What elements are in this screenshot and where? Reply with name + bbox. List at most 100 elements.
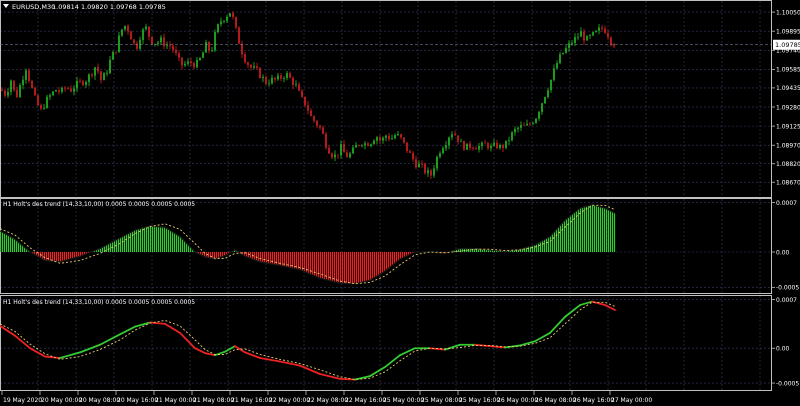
candle-up [352, 147, 354, 154]
candle-down [496, 142, 498, 149]
candle-down [265, 77, 267, 85]
candle-down [529, 123, 531, 125]
candle-down [475, 148, 477, 150]
candle-down [487, 143, 489, 149]
candle-up [142, 29, 144, 40]
candle-up [220, 21, 222, 25]
candle-down [235, 16, 237, 28]
candle-down [151, 36, 153, 45]
candle-down [415, 159, 417, 168]
price-tick-label: 1.08670 [776, 180, 800, 187]
candle-up [340, 144, 342, 156]
candle-up [376, 137, 378, 141]
time-tick-label: 21 May 08:00 [193, 397, 234, 404]
candle-up [382, 137, 384, 141]
ohlc-caption: 1.09814 1.09820 1.09768 1.09785 [52, 3, 166, 11]
candle-up [157, 42, 159, 44]
trading-chart[interactable]: 1.100501.098951.097401.095851.094351.092… [0, 0, 800, 406]
candle-up [49, 95, 51, 97]
indicator-tick-label: 0.0007 [776, 297, 797, 304]
candle-up [7, 91, 9, 96]
candle-down [358, 145, 360, 146]
candle-up [580, 31, 582, 37]
candle-down [64, 87, 66, 89]
candle-up [295, 84, 297, 86]
candle-up [118, 35, 120, 53]
candle-up [187, 61, 189, 64]
candle-down [400, 134, 402, 138]
candle-up [394, 135, 396, 139]
candle-down [175, 49, 177, 54]
candle-up [439, 153, 441, 157]
candle-up [442, 148, 444, 154]
candle-up [226, 16, 228, 21]
candle-down [163, 37, 165, 47]
candle-up [253, 66, 255, 68]
candle-down [70, 88, 72, 92]
candle-down [307, 105, 309, 111]
candle-up [391, 138, 393, 140]
indicator-tick-label: 0.00 [776, 249, 790, 256]
candle-up [205, 41, 207, 53]
indicator-tick-label: -0.0005 [776, 380, 799, 387]
candle-down [289, 73, 291, 78]
candle-down [274, 77, 276, 80]
candle-up [22, 79, 24, 86]
candle-up [577, 36, 579, 38]
candle-up [43, 107, 45, 109]
candle-up [547, 90, 549, 98]
candle-up [466, 143, 468, 150]
candle-up [76, 80, 78, 89]
candle-down [97, 67, 99, 72]
candle-up [217, 24, 219, 33]
candle-down [67, 88, 69, 90]
candle-down [406, 142, 408, 152]
candle-down [148, 26, 150, 37]
candle-up [460, 141, 462, 143]
candle-up [571, 43, 573, 44]
candle-up [514, 128, 516, 133]
candle-up [595, 30, 597, 33]
candle-down [292, 77, 294, 86]
time-tick-label: 19 May 2020 [3, 397, 42, 404]
time-tick-label: 21 May 00:00 [155, 397, 196, 404]
candle-up [451, 134, 453, 138]
candle-up [520, 124, 522, 128]
candle-down [388, 135, 390, 140]
candle-down [259, 67, 261, 79]
candle-up [541, 103, 543, 112]
candle-up [88, 74, 90, 82]
candle-down [346, 152, 348, 158]
candle-up [598, 27, 600, 31]
candle-up [166, 45, 168, 47]
candle-down [82, 81, 84, 85]
candle-down [325, 133, 327, 148]
indicator-tick-label: -0.0005 [776, 285, 799, 292]
candle-up [121, 29, 123, 36]
candle-down [583, 31, 585, 41]
candle-up [508, 140, 510, 141]
candle-down [457, 135, 459, 142]
candle-up [517, 127, 519, 129]
candle-down [16, 89, 18, 98]
candle-down [130, 31, 132, 40]
candle-up [94, 67, 96, 76]
candle-up [562, 52, 564, 55]
candle-down [379, 137, 381, 141]
candle-down [331, 153, 333, 158]
candle-down [238, 27, 240, 44]
candle-up [61, 87, 63, 92]
current-price-label: 1.09785 [773, 39, 800, 50]
candle-down [319, 125, 321, 128]
candle-down [607, 33, 609, 38]
time-tick-label: 21 May 16:00 [231, 397, 272, 404]
candle-up [589, 35, 591, 37]
time-tick-label: 22 May 00:00 [269, 397, 310, 404]
candle-up [211, 50, 213, 52]
price-tick-label: 1.09435 [776, 85, 800, 92]
price-tick-label: 1.08820 [776, 161, 800, 168]
main-caption: EURUSD,M30 1.09814 1.09820 1.09768 1.097… [3, 3, 166, 11]
indicator-tick-label: 0.0007 [776, 200, 797, 207]
candle-up [271, 77, 273, 84]
candle-down [523, 124, 525, 126]
